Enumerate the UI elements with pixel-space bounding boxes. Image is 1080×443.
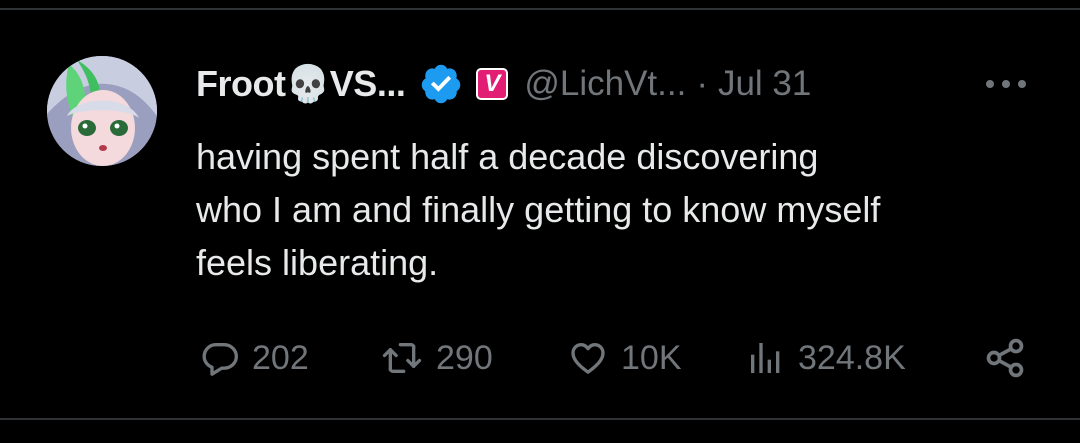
reply-button[interactable]: 202: [200, 332, 309, 384]
tweet-actions: 202 290 10K 324.8K: [0, 332, 1080, 384]
analytics-bars-icon: [751, 343, 780, 373]
verified-badge-icon[interactable]: [419, 62, 463, 106]
retweet-icon: [382, 343, 422, 373]
share-button[interactable]: [983, 332, 1027, 384]
tweet-timestamp[interactable]: Jul 31: [718, 64, 811, 104]
heart-icon: [571, 343, 605, 374]
author-display-name[interactable]: Froot💀VS...: [196, 63, 406, 105]
tweet-text: having spent half a decade discovering w…: [196, 136, 881, 283]
tweet-header: Froot💀VS... V @LichVt... · Jul 31: [196, 58, 811, 110]
reply-bubble-icon: [202, 343, 238, 376]
affiliate-badge[interactable]: V: [476, 68, 509, 100]
like-button[interactable]: 10K: [567, 332, 682, 384]
reply-count: 202: [252, 338, 309, 377]
more-horizontal-icon[interactable]: [984, 72, 1028, 96]
share-icon: [986, 338, 1024, 378]
top-divider: [0, 8, 1080, 10]
separator-dot: ·: [696, 64, 708, 103]
bottom-divider: [0, 418, 1080, 420]
views-button[interactable]: 324.8K: [746, 332, 906, 384]
author-handle[interactable]: @LichVt...: [524, 64, 686, 104]
retweet-button[interactable]: 290: [380, 332, 493, 384]
retweet-count: 290: [436, 338, 493, 377]
like-count: 10K: [621, 338, 682, 377]
avatar[interactable]: [47, 56, 157, 166]
views-count: 324.8K: [798, 338, 906, 377]
avatar-image: [47, 56, 157, 166]
